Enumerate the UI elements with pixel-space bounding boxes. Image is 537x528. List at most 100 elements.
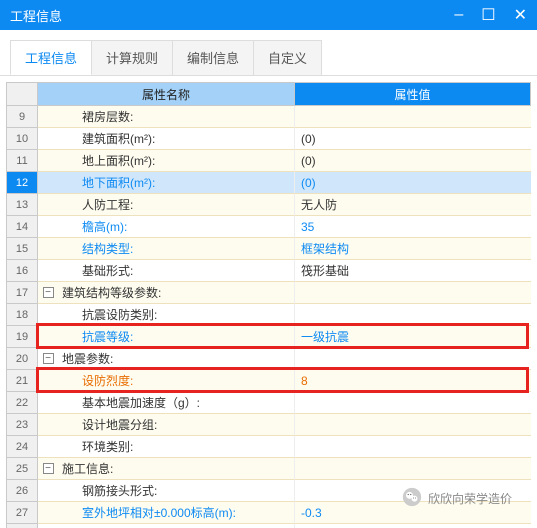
property-value[interactable]: 35 [295, 216, 531, 238]
table-header: 属性名称 属性值 [6, 82, 531, 106]
property-name: 钢筋接头形式: [58, 480, 295, 502]
row-index: 9 [6, 106, 38, 128]
row-index: 26 [6, 480, 38, 502]
row-index: 22 [6, 392, 38, 414]
tab-3[interactable]: 自定义 [253, 40, 322, 75]
collapse-icon[interactable]: − [43, 287, 54, 298]
col-name-header: 属性名称 [38, 82, 295, 106]
wechat-icon [402, 487, 422, 510]
expander-cell [38, 392, 58, 414]
property-name: 地下面积(m²): [58, 172, 295, 194]
table-row[interactable]: 14 檐高(m):35 [6, 216, 531, 238]
property-value[interactable]: (0) [295, 150, 531, 172]
property-name: 檐高(m): [58, 216, 295, 238]
table-row[interactable]: 22 基本地震加速度（g）: [6, 392, 531, 414]
property-name: 建筑结构等级参数: [58, 282, 295, 304]
row-index: 13 [6, 194, 38, 216]
table-row[interactable]: 15 结构类型:框架结构 [6, 238, 531, 260]
property-name: 基本地震加速度（g）: [58, 392, 295, 414]
minimize-icon[interactable]: – [454, 6, 463, 24]
row-index: 20 [6, 348, 38, 370]
table-row[interactable]: 16 基础形式:筏形基础 [6, 260, 531, 282]
row-index: 16 [6, 260, 38, 282]
expander-cell: − [38, 458, 58, 480]
property-name: 基础形式: [58, 260, 295, 282]
property-value[interactable] [295, 458, 531, 480]
property-value[interactable]: 无人防 [295, 194, 531, 216]
row-index: 18 [6, 304, 38, 326]
property-value[interactable]: (0) [295, 128, 531, 150]
property-value[interactable]: 8 [295, 370, 531, 392]
table-row[interactable]: 12地下面积(m²):(0) [6, 172, 531, 194]
tab-2[interactable]: 编制信息 [172, 40, 254, 75]
row-index: 27 [6, 502, 38, 524]
expander-cell [38, 128, 58, 150]
table-row[interactable]: 21设防烈度:8 [6, 370, 531, 392]
table-row[interactable]: 9 裙房层数: [6, 106, 531, 128]
expander-cell [38, 238, 58, 260]
expander-cell [38, 524, 58, 528]
table-row[interactable]: 13 人防工程:无人防 [6, 194, 531, 216]
collapse-icon[interactable]: − [43, 463, 54, 474]
table-row[interactable]: 24 环境类别: [6, 436, 531, 458]
tab-0[interactable]: 工程信息 [10, 40, 92, 75]
table-row[interactable]: 20−地震参数: [6, 348, 531, 370]
row-index: 25 [6, 458, 38, 480]
property-value[interactable]: 筏形基础 [295, 260, 531, 282]
property-value[interactable]: 一级抗震 [295, 326, 531, 348]
property-value[interactable] [295, 436, 531, 458]
collapse-icon[interactable]: − [43, 353, 54, 364]
expander-cell [38, 260, 58, 282]
expander-cell: − [38, 348, 58, 370]
table-row[interactable]: 28基础埋深(m): [6, 524, 531, 528]
close-icon[interactable]: ✕ [514, 5, 527, 25]
row-index: 11 [6, 150, 38, 172]
property-value[interactable] [295, 414, 531, 436]
expander-cell [38, 326, 58, 348]
property-name: 人防工程: [58, 194, 295, 216]
table-row[interactable]: 17−建筑结构等级参数: [6, 282, 531, 304]
property-value[interactable] [295, 348, 531, 370]
property-value[interactable]: 框架结构 [295, 238, 531, 260]
expander-cell [38, 436, 58, 458]
tab-1[interactable]: 计算规则 [91, 40, 173, 75]
expander-cell [38, 480, 58, 502]
row-index: 15 [6, 238, 38, 260]
row-index: 14 [6, 216, 38, 238]
property-value[interactable] [295, 304, 531, 326]
property-value[interactable] [295, 524, 531, 528]
table-row[interactable]: 11地上面积(m²):(0) [6, 150, 531, 172]
expander-cell [38, 216, 58, 238]
window-controls: – ☐ ✕ [454, 5, 527, 25]
expander-cell [38, 172, 58, 194]
col-value-header: 属性值 [295, 82, 531, 106]
titlebar: 工程信息 – ☐ ✕ [0, 0, 537, 30]
maximize-icon[interactable]: ☐ [481, 5, 495, 25]
table-row[interactable]: 23设计地震分组: [6, 414, 531, 436]
property-grid: 属性名称 属性值 9 裙房层数:10建筑面积(m²):(0)11地上面积(m²):… [0, 76, 537, 528]
property-value[interactable]: (0) [295, 172, 531, 194]
table-body: 9 裙房层数:10建筑面积(m²):(0)11地上面积(m²):(0)12地下面积… [6, 106, 531, 528]
property-name: 施工信息: [58, 458, 295, 480]
table-row[interactable]: 19 抗震等级:一级抗震 [6, 326, 531, 348]
row-index: 19 [6, 326, 38, 348]
expander-cell [38, 414, 58, 436]
property-name: 基础埋深(m): [58, 524, 295, 528]
property-value[interactable] [295, 106, 531, 128]
property-name: 结构类型: [58, 238, 295, 260]
row-index: 23 [6, 414, 38, 436]
property-value[interactable] [295, 392, 531, 414]
watermark-text: 欣欣向荣学造价 [428, 490, 512, 507]
expander-cell [38, 370, 58, 392]
row-index: 21 [6, 370, 38, 392]
table-row[interactable]: 25−施工信息: [6, 458, 531, 480]
property-name: 抗震等级: [58, 326, 295, 348]
property-value[interactable] [295, 282, 531, 304]
property-name: 抗震设防类别: [58, 304, 295, 326]
row-index: 10 [6, 128, 38, 150]
table-row[interactable]: 10建筑面积(m²):(0) [6, 128, 531, 150]
property-name: 裙房层数: [58, 106, 295, 128]
row-index: 24 [6, 436, 38, 458]
property-name: 环境类别: [58, 436, 295, 458]
table-row[interactable]: 18 抗震设防类别: [6, 304, 531, 326]
